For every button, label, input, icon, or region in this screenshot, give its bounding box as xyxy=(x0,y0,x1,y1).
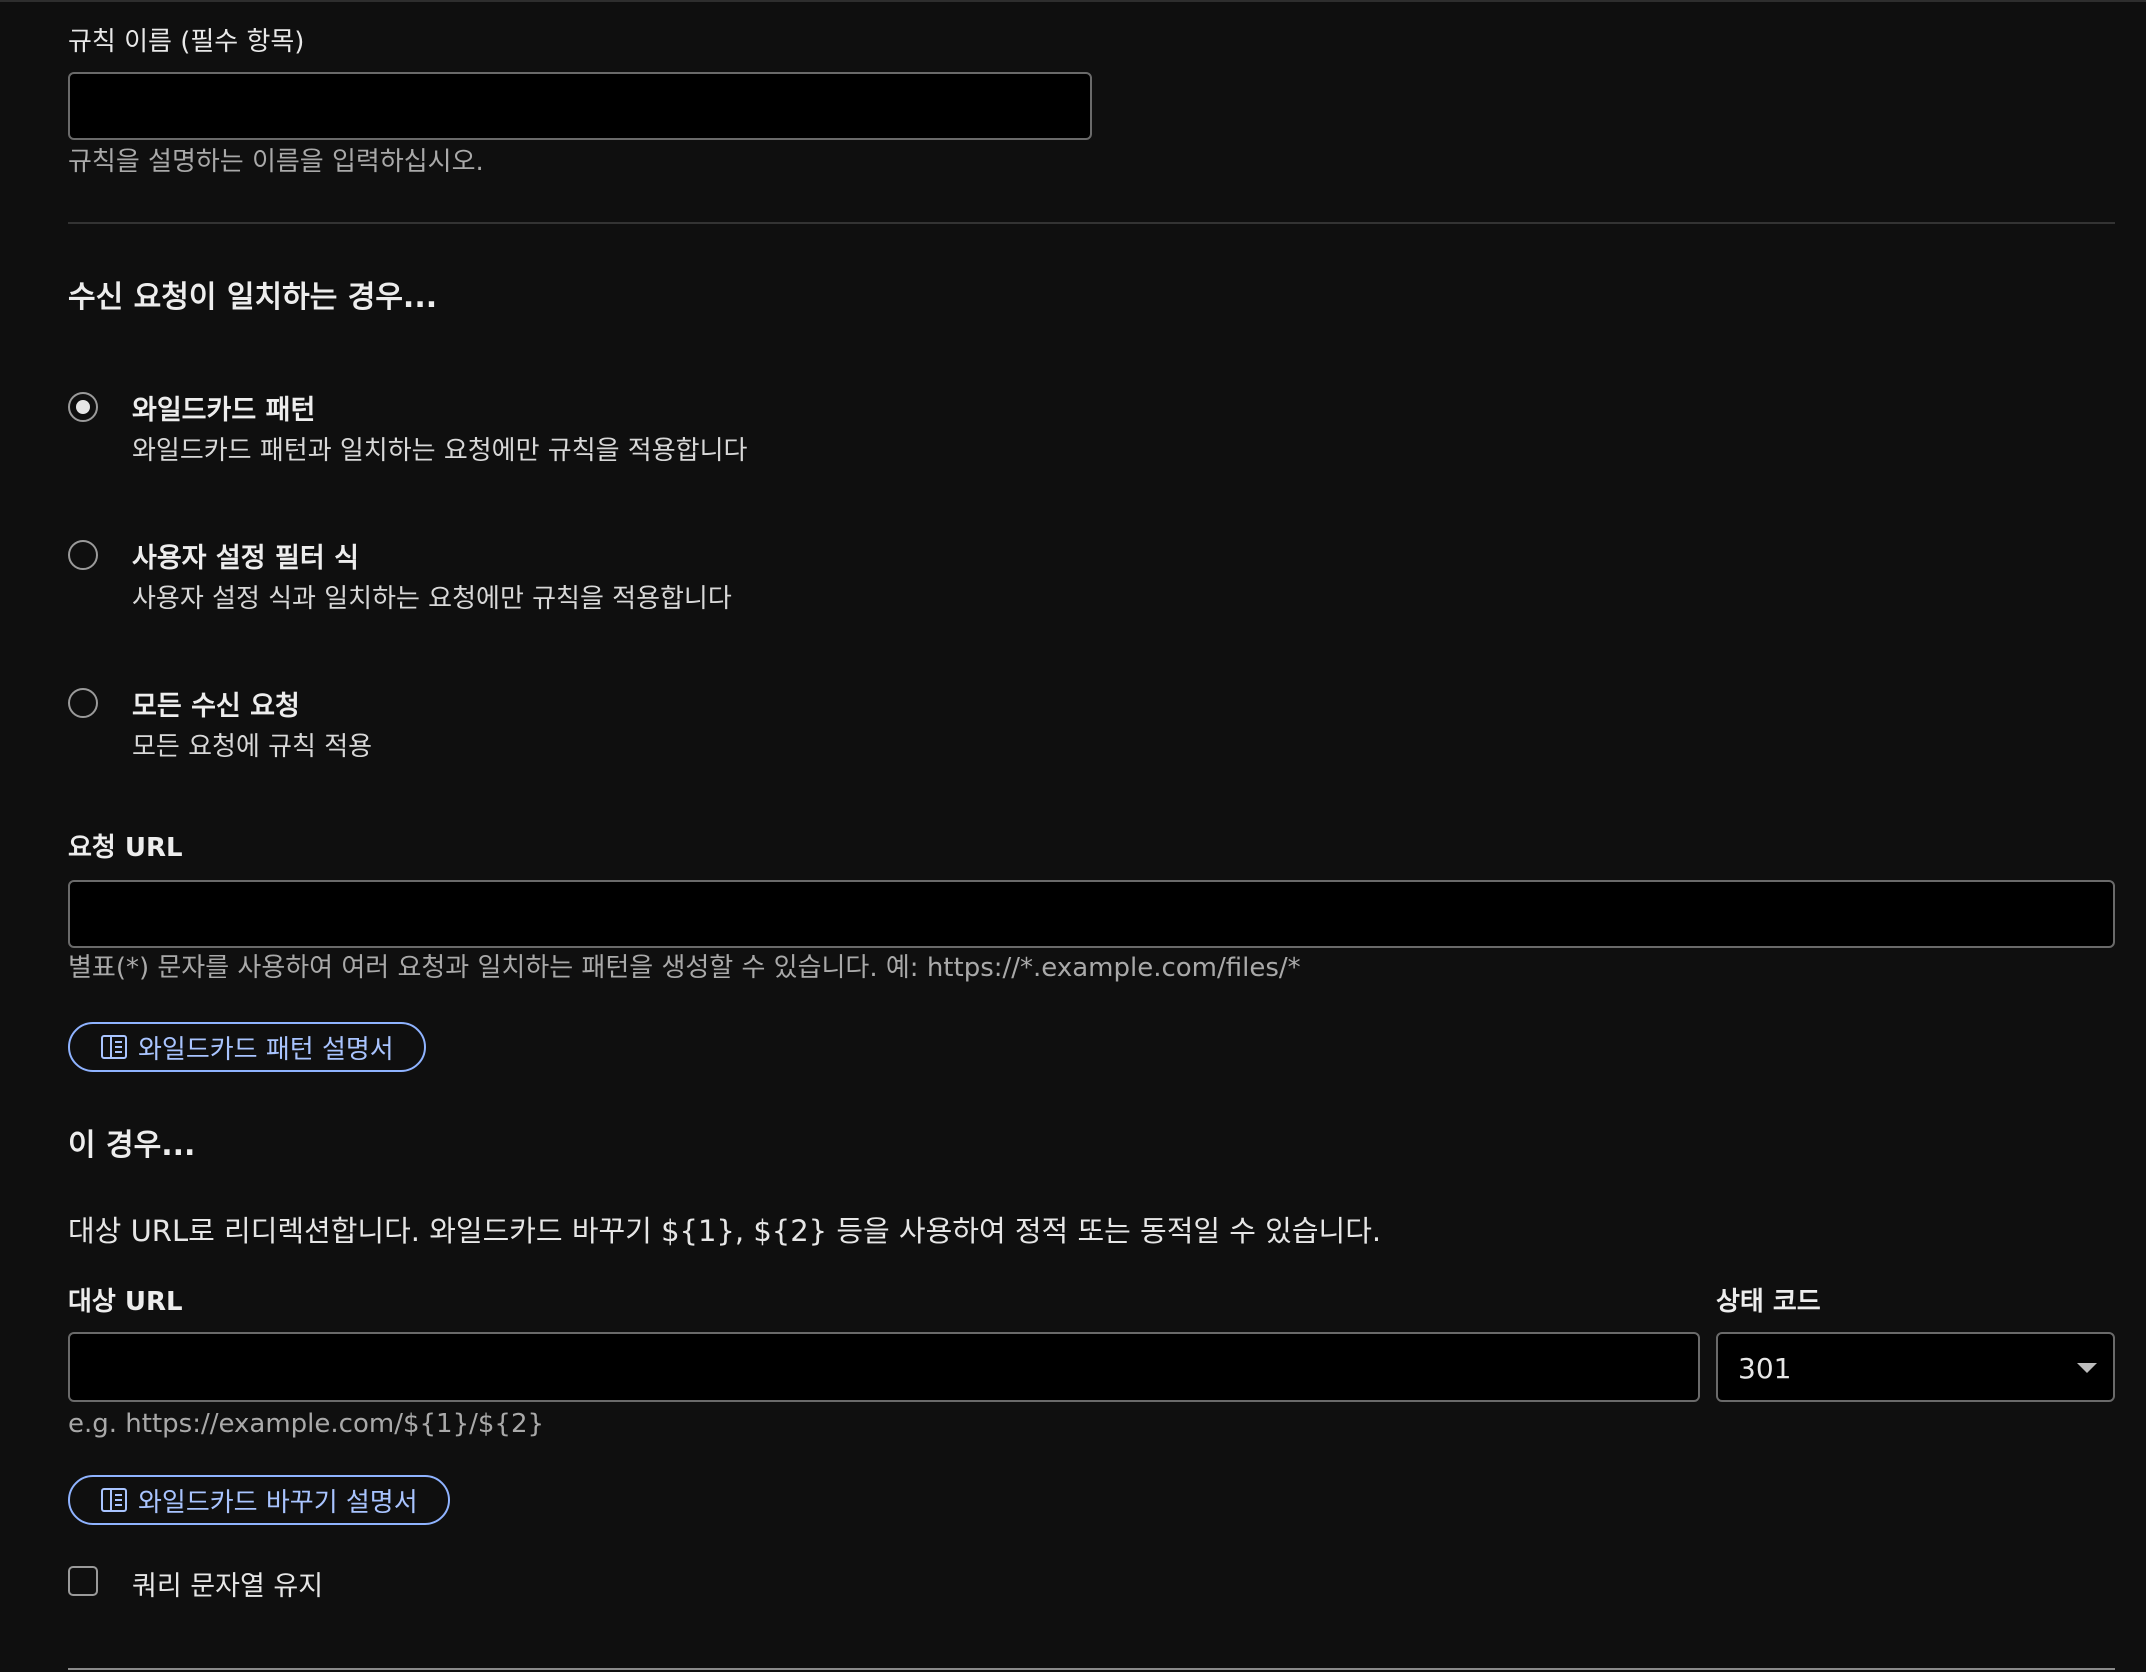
wildcard-pattern-docs-button[interactable]: 와일드카드 패턴 설명서 xyxy=(68,1022,426,1072)
status-code-select[interactable]: 301 xyxy=(1716,1332,2115,1402)
radio-title-wildcard: 와일드카드 패턴 xyxy=(132,395,316,426)
radio-desc-all-requests: 모든 요청에 규칙 적용 xyxy=(132,732,373,762)
target-url-helper: e.g. https://example.com/${1}/${2} xyxy=(68,1409,545,1439)
wildcard-pattern-docs-label: 와일드카드 패턴 설명서 xyxy=(138,1034,394,1065)
status-code-label: 상태 코드 xyxy=(1716,1287,1821,1317)
book-icon xyxy=(101,1488,127,1512)
target-url-input[interactable] xyxy=(68,1332,1700,1402)
radio-button-wildcard[interactable] xyxy=(68,392,98,422)
request-url-helper: 별표(*) 문자를 사용하여 여러 요청과 일치하는 패턴을 생성할 수 있습니… xyxy=(68,953,1301,983)
radio-option-wildcard[interactable]: 와일드카드 패턴 와일드카드 패턴과 일치하는 요청에만 규칙을 적용합니다 xyxy=(68,386,968,466)
radio-title-custom-filter: 사용자 설정 필터 식 xyxy=(132,543,359,574)
chevron-down-icon xyxy=(2077,1363,2097,1373)
radio-option-all-requests[interactable]: 모든 수신 요청 모든 요청에 규칙 적용 xyxy=(68,682,968,762)
preserve-query-checkbox[interactable] xyxy=(68,1566,98,1596)
radio-button-custom-filter[interactable] xyxy=(68,540,98,570)
radio-option-custom-filter[interactable]: 사용자 설정 필터 식 사용자 설정 식과 일치하는 요청에만 규칙을 적용합니… xyxy=(68,534,968,614)
rule-name-label: 규칙 이름 (필수 항목) xyxy=(68,27,305,57)
match-section-title: 수신 요청이 일치하는 경우... xyxy=(68,280,438,315)
redirect-rule-form: 규칙 이름 (필수 항목) 규칙을 설명하는 이름을 입력하십시오. 수신 요청… xyxy=(68,0,2115,1672)
preserve-query-label[interactable]: 쿼리 문자열 유지 xyxy=(132,1564,323,1603)
wildcard-replace-docs-label: 와일드카드 바꾸기 설명서 xyxy=(138,1487,418,1518)
then-section-description: 대상 URL로 리디렉션합니다. 와일드카드 바꾸기 ${1}, ${2} 등을… xyxy=(68,1214,1382,1248)
radio-button-all-requests[interactable] xyxy=(68,688,98,718)
rule-name-helper: 규칙을 설명하는 이름을 입력하십시오. xyxy=(68,147,484,177)
book-icon xyxy=(101,1035,127,1059)
radio-desc-wildcard: 와일드카드 패턴과 일치하는 요청에만 규칙을 적용합니다 xyxy=(132,436,748,466)
then-section-title: 이 경우... xyxy=(68,1128,196,1163)
radio-desc-custom-filter: 사용자 설정 식과 일치하는 요청에만 규칙을 적용합니다 xyxy=(132,584,732,614)
request-url-label: 요청 URL xyxy=(68,833,183,863)
bottom-divider xyxy=(68,1668,2115,1670)
target-url-label: 대상 URL xyxy=(68,1287,183,1317)
status-code-value: 301 xyxy=(1738,1352,1792,1385)
section-divider xyxy=(68,222,2115,224)
request-url-input[interactable] xyxy=(68,880,2115,948)
radio-title-all-requests: 모든 수신 요청 xyxy=(132,691,300,722)
wildcard-replace-docs-button[interactable]: 와일드카드 바꾸기 설명서 xyxy=(68,1475,450,1525)
rule-name-input[interactable] xyxy=(68,72,1092,140)
